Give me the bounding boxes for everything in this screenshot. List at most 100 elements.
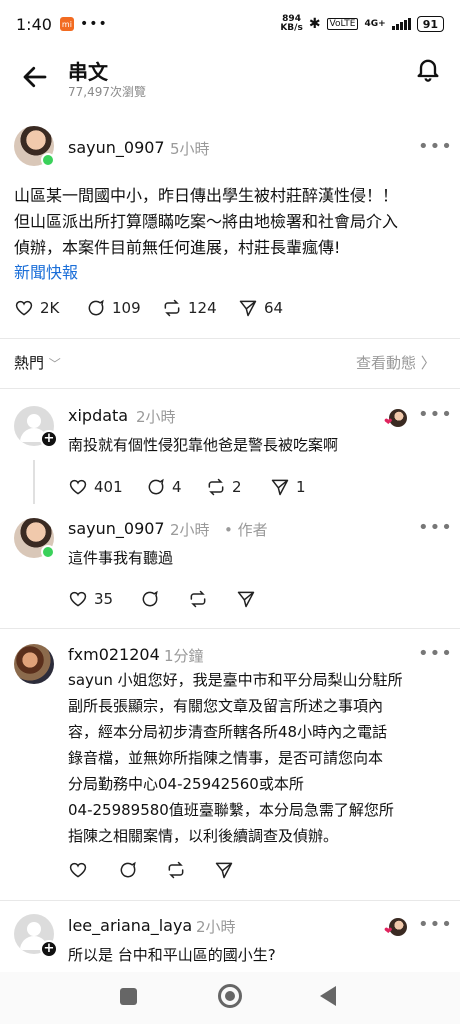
share-button[interactable]: 1 — [270, 477, 306, 497]
reply-time: 2小時 — [170, 521, 210, 539]
post-text-line: 山區某一間國中小，昨日傳出學生被村莊醉漢性侵！！ — [14, 186, 399, 205]
repost-button[interactable] — [188, 589, 208, 609]
like-button[interactable]: 401 — [68, 477, 123, 497]
reply-text-line: 副所長張顯宗，有關您文章及留言所述之事項內 — [68, 697, 384, 715]
repost-icon — [190, 590, 206, 608]
network-type: 4G+ — [364, 19, 386, 29]
reply-username[interactable]: fxm021204 — [68, 645, 160, 664]
heart-icon — [69, 479, 87, 495]
repost-button[interactable]: 124 — [162, 298, 217, 318]
post-time: 5小時 — [170, 140, 210, 158]
post-text-line: 偵辦，本案件目前無任何進展，村莊長輩瘋傳! — [14, 238, 341, 257]
sort-label: 熱門 — [14, 354, 45, 372]
like-button[interactable] — [68, 860, 88, 880]
send-icon — [239, 300, 257, 317]
comment-count: 109 — [112, 299, 141, 317]
mi-notification-icon: mi — [59, 17, 74, 31]
reply-username[interactable]: xipdata — [68, 406, 128, 425]
system-back-button[interactable] — [320, 986, 336, 1006]
share-button[interactable] — [236, 589, 256, 609]
more-options-button[interactable]: ••• — [418, 643, 453, 664]
thread-line — [33, 460, 35, 504]
sort-dropdown[interactable]: 熱門 ﹀ — [14, 352, 61, 373]
volte-icon: VoLTE — [326, 18, 359, 30]
reply-text-line: 指陳之相關案情，以利後續調查及偵辦。 — [68, 827, 339, 845]
comment-icon — [88, 299, 104, 316]
comment-icon — [120, 861, 136, 878]
reply-text: 這件事我有聽過 — [68, 549, 174, 567]
like-count: 401 — [94, 478, 123, 496]
comment-icon — [148, 478, 164, 495]
divider — [0, 900, 460, 901]
repost-button[interactable]: 2 — [206, 477, 242, 497]
news-link[interactable]: 新聞快報 — [14, 259, 78, 283]
author-tag: • 作者 — [224, 521, 268, 539]
like-count: 2K — [40, 299, 60, 317]
status-bar: 1:40 mi ••• 894 KB/s ✱ VoLTE 4G+ 91 — [0, 0, 460, 48]
follow-plus-icon[interactable]: + — [40, 430, 58, 448]
avatar[interactable] — [14, 644, 54, 684]
reply-username[interactable]: lee_ariana_laya — [68, 916, 192, 935]
reply-text-line: 分局勤務中心04-25942560或本所 — [68, 775, 304, 793]
reply-time: 2小時 — [136, 408, 176, 426]
more-options-button[interactable]: ••• — [418, 404, 453, 425]
reply-time: 2小時 — [196, 918, 236, 936]
comment-icon — [142, 590, 158, 607]
more-options-button[interactable]: ••• — [418, 914, 453, 935]
more-options-button[interactable]: ••• — [418, 517, 453, 538]
comment-button[interactable] — [118, 860, 138, 880]
send-icon — [271, 479, 289, 496]
post-username[interactable]: sayun_0907 — [68, 138, 165, 157]
bell-icon — [417, 59, 439, 82]
view-activity-link[interactable]: 查看動態 〉 — [356, 352, 436, 373]
comment-button[interactable] — [140, 589, 160, 609]
repost-icon — [164, 299, 180, 317]
bluetooth-icon: ✱ — [308, 16, 321, 32]
heart-icon — [15, 300, 33, 316]
recent-apps-button[interactable] — [120, 988, 137, 1005]
more-notifications-icon: ••• — [79, 16, 108, 32]
online-status-icon — [41, 545, 55, 559]
online-status-icon — [41, 153, 55, 167]
share-button[interactable] — [214, 860, 234, 880]
reply-text-line: sayun 小姐您好，我是臺中市和平分局梨山分駐所 — [68, 671, 403, 689]
like-count: 35 — [94, 590, 114, 608]
reply-time: 1分鐘 — [164, 647, 204, 665]
reply-username[interactable]: sayun_0907 — [68, 519, 165, 538]
speed-unit: KB/s — [280, 23, 303, 33]
more-options-button[interactable]: ••• — [418, 136, 453, 157]
notifications-button[interactable] — [414, 54, 442, 84]
home-button[interactable] — [218, 984, 242, 1008]
like-button[interactable]: 2K — [14, 298, 59, 318]
battery-indicator: 91 — [416, 16, 444, 32]
chevron-down-icon: ﹀ — [48, 357, 61, 371]
repost-icon — [168, 861, 184, 879]
view-count: 77,497次瀏覽 — [68, 85, 146, 99]
share-button[interactable]: 64 — [238, 298, 283, 318]
comment-button[interactable]: 4 — [146, 477, 182, 497]
repost-icon — [208, 478, 224, 496]
divider — [0, 388, 460, 389]
reply-text-line: 容，經本分局初步清查所轄各所48小時內之電話 — [68, 723, 388, 741]
system-nav-bar — [0, 972, 460, 1024]
repost-button[interactable] — [166, 860, 186, 880]
reply-text-line: 04-25989580值班臺聯繫，本分局急需了解您所 — [68, 801, 394, 819]
back-button[interactable] — [20, 62, 50, 92]
divider — [0, 628, 460, 629]
divider — [0, 338, 460, 339]
follow-plus-icon[interactable]: + — [40, 940, 58, 958]
heart-icon: ❤ — [384, 926, 393, 937]
reply-text: 所以是 台中和平山區的國小生? — [68, 946, 276, 964]
page-title: 串文 — [68, 60, 108, 84]
reply-text-line: 錄音檔，並無妳所指陳之情事，是否可請您向本 — [68, 749, 384, 767]
share-count: 64 — [264, 299, 284, 317]
repost-count: 124 — [188, 299, 217, 317]
thread-header: 串文 77,497次瀏覽 — [0, 52, 460, 108]
arrow-left-icon — [23, 66, 47, 88]
like-button[interactable]: 35 — [68, 589, 113, 609]
post-text-line: 但山區派出所打算隱瞞吃案～將由地檢署和社會局介入 — [14, 212, 399, 231]
share-count: 1 — [296, 478, 306, 496]
send-icon — [237, 591, 255, 608]
status-time: 1:40 — [16, 14, 52, 34]
comment-button[interactable]: 109 — [86, 298, 141, 318]
